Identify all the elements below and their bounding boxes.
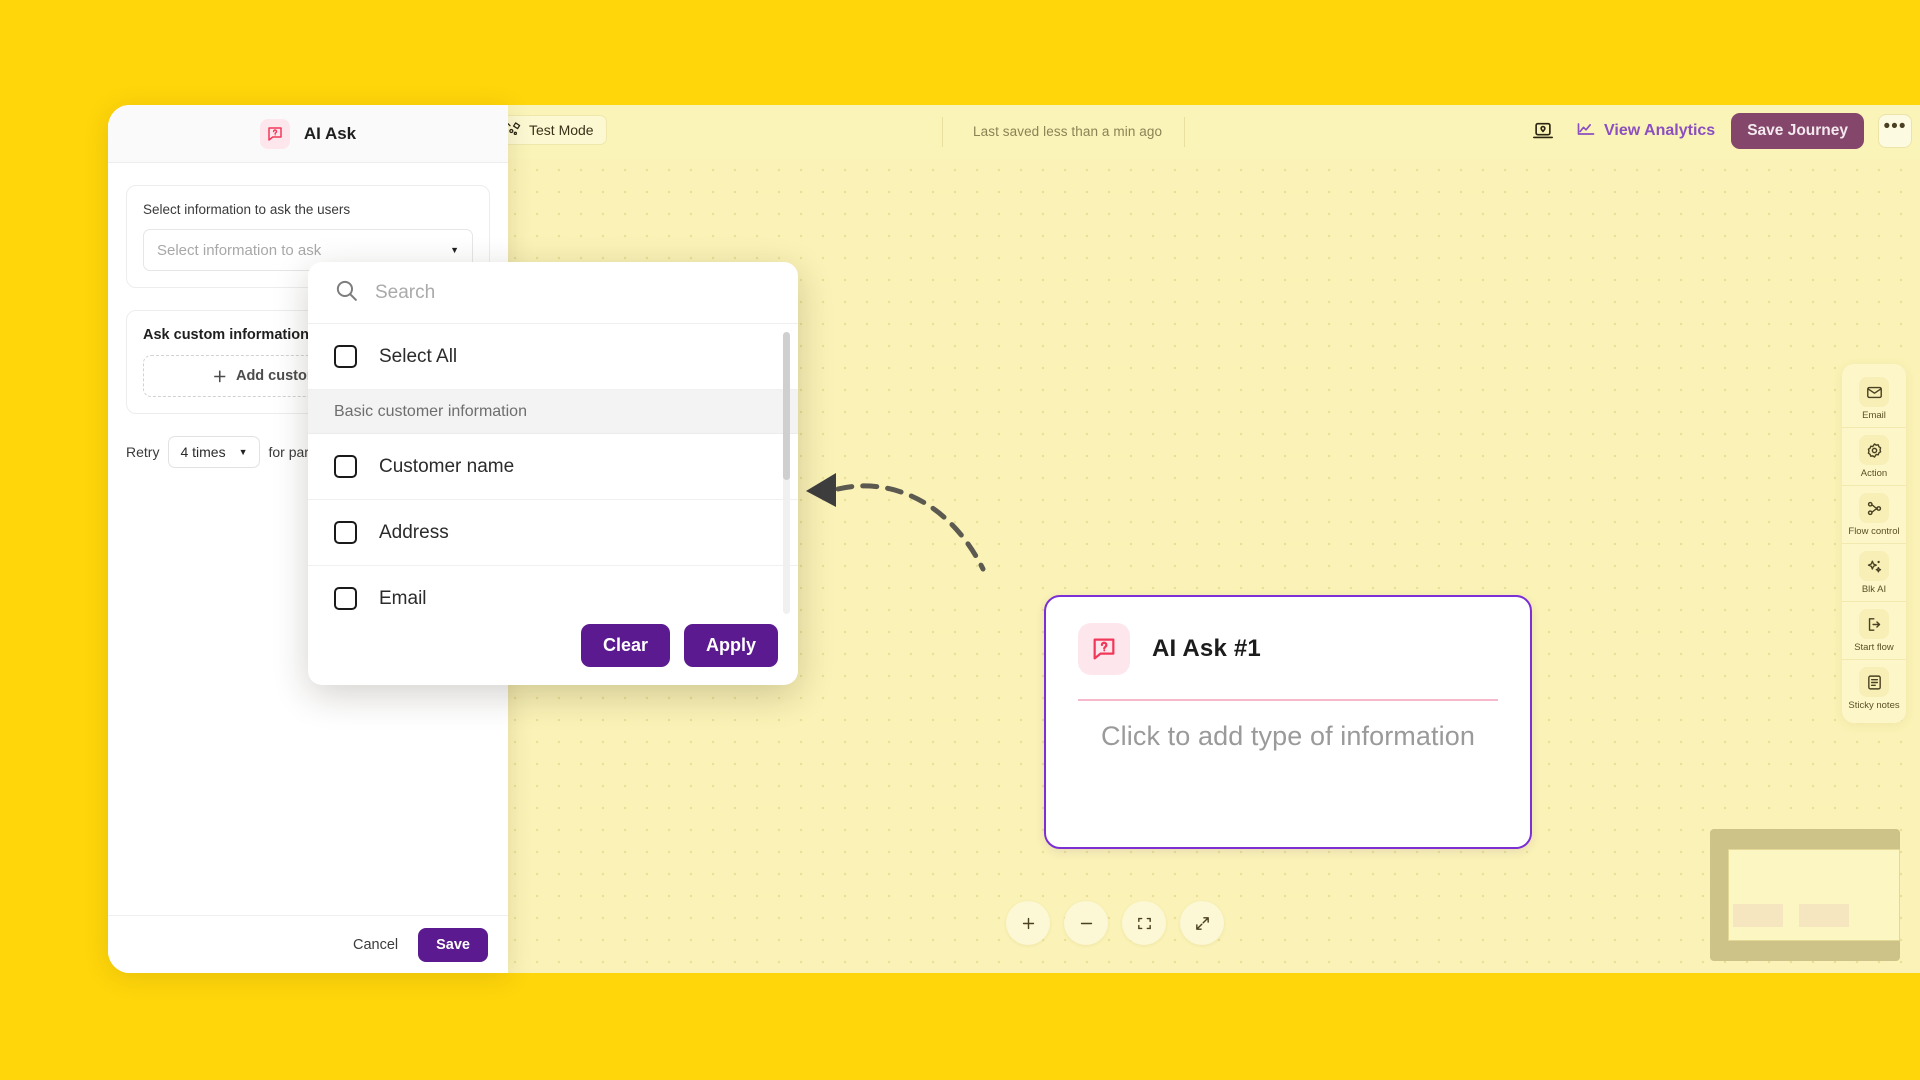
tool-rail: Email Action Flow control Blk AI Start f… (1842, 364, 1906, 723)
minimap[interactable] (1710, 829, 1900, 961)
information-select-popover: Select All Basic customer information Cu… (308, 262, 798, 685)
tool-item-flow-control[interactable]: Flow control (1842, 486, 1906, 544)
popover-scrollbar-thumb[interactable] (783, 332, 790, 480)
ai-ask-chat-question-icon (1078, 623, 1130, 675)
checkbox[interactable] (334, 455, 357, 478)
save-journey-button[interactable]: Save Journey (1731, 113, 1864, 149)
test-mode-label: Test Mode (529, 122, 594, 138)
tool-item-email[interactable]: Email (1842, 370, 1906, 428)
search-input[interactable] (375, 281, 772, 304)
view-analytics-label: View Analytics (1604, 122, 1716, 139)
tool-label: Action (1860, 468, 1888, 479)
option-group-header: Basic customer information (308, 390, 798, 434)
tool-label: Flow control (1848, 526, 1900, 537)
test-mode-button[interactable]: Test Mode (495, 115, 607, 145)
sticky-note-icon (1859, 667, 1889, 697)
option-row-customer-name[interactable]: Customer name (308, 434, 798, 500)
retry-prefix-label: Retry (126, 444, 160, 460)
option-row-address[interactable]: Address (308, 500, 798, 566)
panel-footer: Cancel Save (108, 915, 508, 973)
fit-view-button[interactable] (1122, 901, 1166, 945)
node-divider (1078, 699, 1498, 701)
popover-option-list[interactable]: Select All Basic customer information Cu… (308, 324, 798, 624)
topbar-right-actions: View Analytics Save Journey ••• (1526, 113, 1912, 149)
panel-header: AI Ask (108, 105, 508, 163)
clear-button[interactable]: Clear (580, 624, 670, 667)
select-information-placeholder: Select information to ask (157, 241, 322, 259)
save-button[interactable]: Save (418, 927, 488, 962)
option-group-label: Basic customer information (334, 402, 527, 420)
zoom-controls (1006, 901, 1224, 945)
tool-label: Blk AI (1861, 584, 1887, 595)
popover-actions: Clear Apply (580, 624, 778, 667)
checkbox[interactable] (334, 587, 357, 610)
line-chart-icon (1576, 119, 1596, 144)
select-information-label: Select information to ask the users (143, 202, 351, 217)
option-label: Email (379, 587, 427, 609)
gear-icon (1859, 435, 1889, 465)
minimap-node (1799, 904, 1849, 927)
last-saved-status: Last saved less than a min ago (973, 124, 1163, 139)
minimap-node (1733, 904, 1783, 927)
test-flask-icon (506, 121, 522, 140)
tool-label: Email (1862, 410, 1886, 421)
toolbar-divider (942, 117, 943, 147)
view-analytics-button[interactable]: View Analytics (1574, 115, 1717, 148)
laptop-preview-icon[interactable] (1526, 118, 1560, 144)
more-options-button[interactable]: ••• (1878, 114, 1912, 148)
minimap-viewport (1728, 849, 1900, 941)
page-title: AI Ask (303, 123, 357, 143)
popover-search-row (308, 262, 798, 324)
tool-item-start-flow[interactable]: Start flow (1842, 602, 1906, 660)
expand-button[interactable] (1180, 901, 1224, 945)
ai-ask-chat-question-icon (259, 118, 290, 149)
zoom-out-button[interactable] (1064, 901, 1108, 945)
zoom-in-button[interactable] (1006, 901, 1050, 945)
branch-icon (1859, 493, 1889, 523)
sparkles-icon (1859, 551, 1889, 581)
retry-count-value: 4 times (180, 444, 226, 460)
tool-item-sticky-notes[interactable]: Sticky notes (1842, 660, 1906, 717)
chevron-down-icon: ▼ (450, 245, 459, 255)
tool-item-action[interactable]: Action (1842, 428, 1906, 486)
node-placeholder-text: Click to add type of information (1101, 720, 1475, 751)
checkbox[interactable] (334, 521, 357, 544)
ai-ask-node-card[interactable]: AI Ask #1 Click to add type of informati… (1044, 595, 1532, 849)
tool-item-blk-ai[interactable]: Blk AI (1842, 544, 1906, 602)
dashed-arrow-icon (806, 473, 986, 572)
chevron-down-icon: ▼ (238, 447, 248, 457)
option-row-select-all[interactable]: Select All (308, 324, 798, 390)
option-row-email[interactable]: Email (308, 566, 798, 624)
option-label: Select All (379, 345, 458, 367)
apply-button[interactable]: Apply (683, 624, 778, 667)
start-flow-icon (1859, 609, 1889, 639)
envelope-icon (1859, 377, 1889, 407)
tool-label: Sticky notes (1848, 700, 1900, 711)
node-header: AI Ask #1 (1078, 623, 1498, 675)
option-label: Customer name (379, 455, 515, 477)
checkbox[interactable] (334, 345, 357, 368)
toolbar-divider (1184, 117, 1185, 147)
plus-icon: ＋ (212, 369, 227, 386)
node-title: AI Ask #1 (1152, 635, 1261, 662)
search-icon (334, 278, 359, 308)
cancel-button[interactable]: Cancel (347, 929, 404, 961)
option-label: Address (379, 521, 449, 543)
retry-count-select[interactable]: 4 times ▼ (168, 436, 260, 468)
tool-label: Start flow (1854, 642, 1894, 653)
